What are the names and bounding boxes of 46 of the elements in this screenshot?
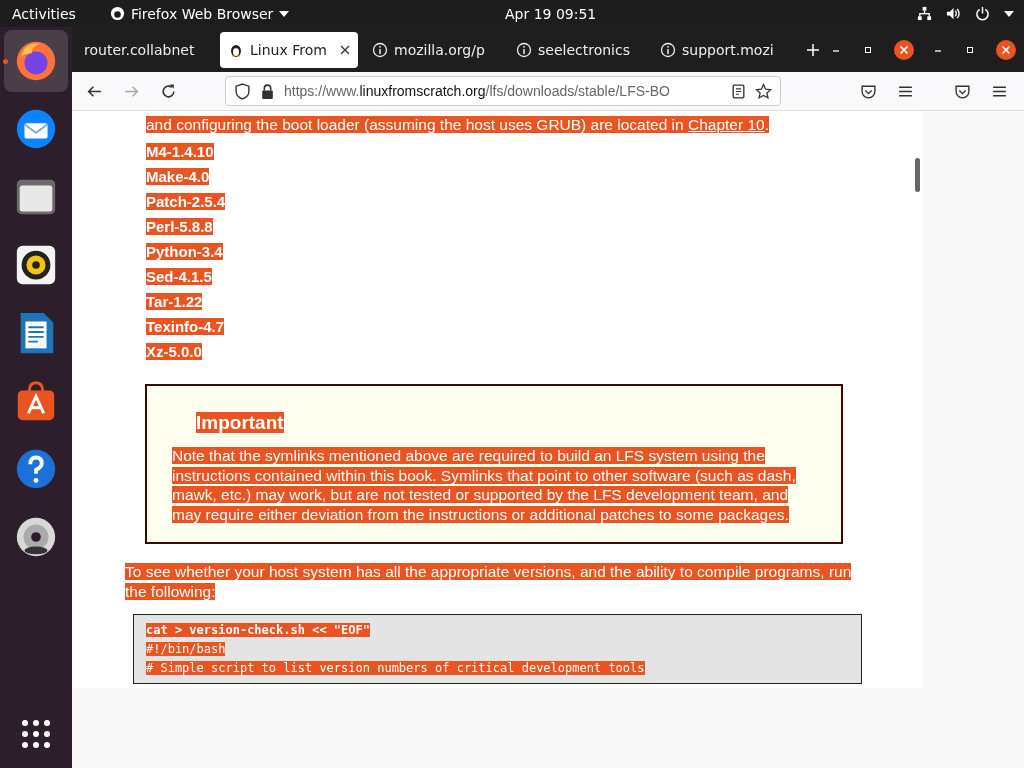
package-name: M4-1.4.10	[146, 143, 214, 160]
scrollbar[interactable]	[915, 158, 920, 192]
shield-icon	[234, 82, 251, 100]
browser-tab[interactable]: mozilla.org/p	[364, 31, 502, 68]
note-text: Note that the symlinks mentioned above are required to build an LFS system using the instructions contained within this book. Symlinks that point to other software (such as dash, mawk, etc.) may work, but are not tested or supported by the LFS development team, and may require either deviation from the instructions or additional patches to some packages.	[172, 446, 797, 524]
app-grid-icon[interactable]	[20, 718, 52, 750]
lock-icon	[259, 82, 276, 100]
caret-icon[interactable]	[1004, 10, 1014, 17]
pocket-icon[interactable]	[954, 82, 971, 100]
clock[interactable]: Apr 19 09:51	[505, 5, 597, 22]
chapter-link[interactable]: Chapter 10	[687, 116, 765, 133]
reader-view-icon[interactable]	[730, 82, 747, 100]
paragraph: To see whether your host system has all the appropriate versions, and the ability to compile programs, run the following:	[125, 562, 853, 602]
close-icon[interactable]	[996, 39, 1016, 60]
volume-icon[interactable]	[946, 6, 961, 21]
network-icon[interactable]	[917, 6, 932, 21]
app-menu[interactable]: Firefox Web Browser	[130, 5, 274, 22]
info-icon	[516, 41, 532, 58]
address-bar[interactable]: https://www.linuxfromscratch.org/lfs/downloads/stable/LFS-BO	[225, 76, 781, 106]
package-name: Python-3.4	[146, 243, 223, 260]
star-icon[interactable]	[755, 82, 772, 100]
info-icon	[372, 41, 388, 58]
package-name: Make-4.0	[146, 168, 210, 185]
package-name: Texinfo-4.7	[146, 318, 225, 335]
browser-tab[interactable]: support.mozi	[652, 31, 790, 68]
caret-icon	[279, 10, 290, 17]
browser-tab[interactable]: router.collabnet	[76, 31, 214, 68]
url-text: https://www.linuxfromscratch.org/lfs/downloads/stable/LFS-BO	[284, 83, 671, 99]
browser-tab[interactable]: seelectronics	[508, 31, 646, 68]
info-icon	[660, 41, 676, 58]
power-icon[interactable]	[975, 6, 990, 21]
package-name: Perl-5.8.8	[146, 218, 213, 235]
firefox-icon	[109, 6, 125, 21]
pocket-icon[interactable]	[860, 82, 877, 100]
note-title: Important	[196, 412, 284, 433]
activities-button[interactable]: Activities	[0, 5, 88, 22]
close-icon[interactable]	[894, 39, 914, 60]
package-name: Sed-4.1.5	[146, 268, 212, 285]
browser-tab[interactable]: Linux From	[220, 31, 358, 68]
package-name: Patch-2.5.4	[146, 193, 226, 210]
reload-icon[interactable]	[160, 82, 177, 100]
paragraph: and configuring the boot loader (assuming the host uses GRUB) are located in Chapter 10.	[146, 116, 769, 133]
close-icon[interactable]	[340, 44, 350, 55]
package-name: Xz-5.0.0	[146, 343, 202, 360]
package-name: Tar-1.22	[146, 293, 203, 310]
new-tab-icon[interactable]	[806, 42, 820, 57]
